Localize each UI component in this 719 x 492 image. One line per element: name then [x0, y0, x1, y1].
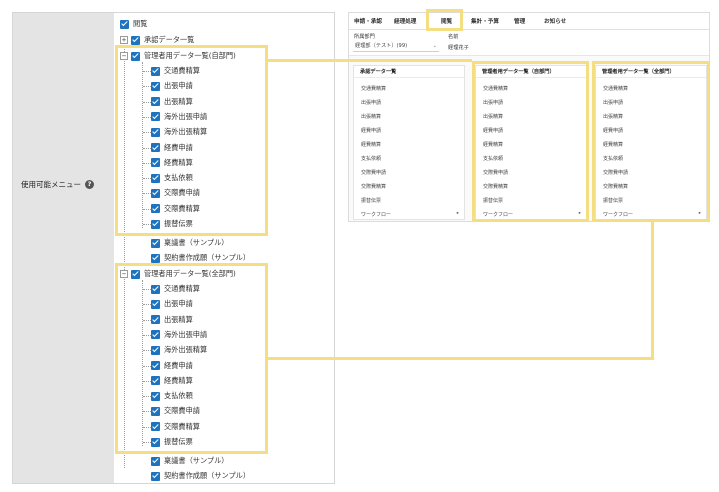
chevron-right-icon: ▸ — [456, 211, 459, 216]
card-footer-label: ワークフロー — [361, 212, 392, 218]
card-menu-item[interactable]: 交際費申請 — [361, 169, 386, 176]
card-menu-item[interactable]: 交通費精算 — [361, 85, 386, 92]
menu-label: 使用可能メニュー ? — [21, 179, 94, 190]
card-menu-item[interactable]: 交際費精算 — [361, 183, 386, 190]
dept-label: 所属部門 — [354, 34, 375, 40]
highlight-admin-all — [115, 263, 268, 454]
checkbox[interactable] — [151, 253, 160, 263]
checkbox[interactable] — [151, 471, 160, 481]
dept-select-value: 経理部（テスト）(99) — [355, 43, 408, 49]
card-footer-workflow[interactable]: ワークフロー ▸ — [361, 211, 459, 218]
card-menu-item[interactable]: 出張申請 — [361, 99, 381, 106]
tree-node-root[interactable]: 閲覧 — [120, 18, 147, 30]
data-list-card: 承認データ一覧交通費精算出張申請出張精算経費申請経費精算支払依頼交際費申請交際費… — [353, 65, 465, 220]
connector-line — [651, 222, 654, 360]
tree-node-ringi-sample[interactable]: 稟議書（サンプル） — [151, 455, 228, 467]
checkbox[interactable] — [120, 19, 129, 29]
card-title: 承認データ一覧 — [354, 66, 464, 78]
user-info-bar: 所属部門 経理部（テスト）(99) ⌄ 名前 経理花子 — [349, 30, 709, 56]
menu-label-text: 使用可能メニュー — [21, 180, 81, 189]
help-icon[interactable]: ? — [85, 180, 94, 189]
nav-tab[interactable]: 管理 — [514, 17, 525, 25]
nav-tab[interactable]: お知らせ — [544, 17, 566, 25]
highlight-card-dept — [472, 61, 589, 222]
nav-tab[interactable]: 申請・承認 — [354, 17, 382, 25]
label-column: 使用可能メニュー ? — [13, 13, 114, 483]
tree-node-label: 稟議書（サンプル） — [164, 456, 229, 465]
tree-node-label: 稟議書（サンプル） — [164, 238, 229, 247]
checkbox[interactable] — [151, 238, 160, 248]
highlight-admin-dept — [115, 45, 268, 236]
card-menu-item[interactable]: 経費精算 — [361, 141, 381, 148]
nav-tab[interactable]: 経理処理 — [394, 17, 416, 25]
name-value: 経理花子 — [448, 45, 469, 51]
expand-toggle-icon[interactable]: + — [120, 36, 128, 44]
name-label: 名前 — [448, 34, 459, 40]
connector-line — [268, 59, 472, 62]
connector-line — [268, 357, 654, 360]
checkbox[interactable] — [151, 456, 160, 466]
top-navigation: 申請・承認 経理処理 閲覧 集計・予算 管理 お知らせ — [349, 13, 709, 30]
tree-node-label: 閲覧 — [133, 19, 148, 28]
tree-node-ringi-sample[interactable]: 稟議書（サンプル） — [151, 237, 228, 249]
highlight-card-all — [592, 61, 710, 222]
nav-tab[interactable]: 集計・予算 — [471, 17, 499, 25]
card-menu-item[interactable]: 出張精算 — [361, 113, 381, 120]
dept-select[interactable]: 経理部（テスト）(99) ⌄ — [353, 42, 439, 52]
tree-node-contract-sample[interactable]: 契約書作成願（サンプル） — [151, 470, 250, 482]
tree-node-label: 承認データ一覧 — [144, 35, 195, 44]
card-menu-item[interactable]: 経費申請 — [361, 127, 381, 134]
card-menu-item[interactable]: 支払依頼 — [361, 155, 381, 162]
card-menu-item[interactable]: 振替伝票 — [361, 197, 381, 204]
tree-node-label: 契約書作成願（サンプル） — [164, 253, 251, 262]
tree-node-label: 契約書作成願（サンプル） — [164, 471, 251, 480]
checkbox[interactable] — [131, 35, 140, 45]
chevron-down-icon: ⌄ — [432, 43, 437, 49]
highlight-active-tab — [426, 9, 463, 31]
